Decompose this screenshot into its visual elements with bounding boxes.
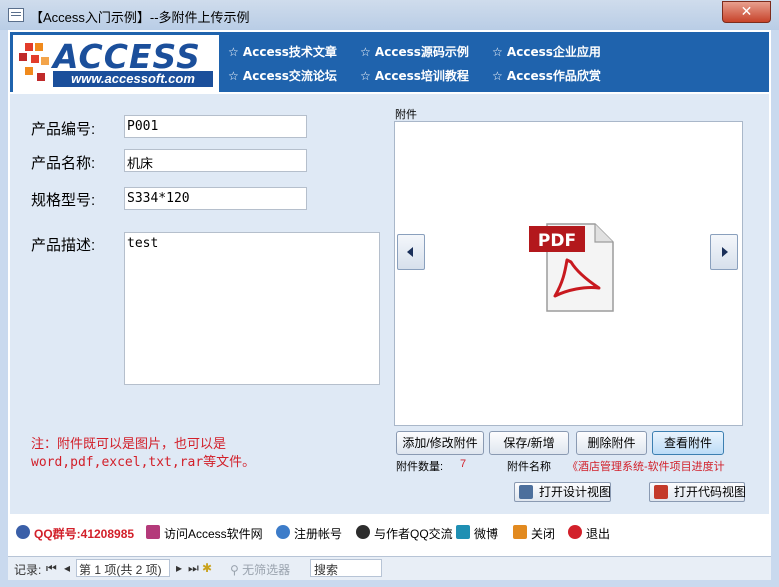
exit-icon: [568, 525, 582, 539]
weibo-icon: [456, 525, 470, 539]
close-form-icon: [513, 525, 527, 539]
logo-square-icon: [19, 53, 27, 61]
open-design-view-label: 打开设计视图: [539, 485, 612, 499]
weibo-text: 微博: [474, 527, 499, 541]
record-label: 记录:: [14, 563, 42, 577]
logo-square-icon: [31, 55, 39, 63]
window-close-button[interactable]: ✕: [722, 1, 771, 23]
window: 【Access入门示例】--多附件上传示例 ✕ ACCESS www.acces…: [0, 0, 779, 587]
link-access-training[interactable]: ☆ Access培训教程: [360, 67, 469, 84]
open-code-view-button[interactable]: 打开代码视图: [649, 482, 747, 502]
previous-record-button[interactable]: ◂: [64, 561, 70, 575]
attachment-name-label: 附件名称: [507, 461, 551, 473]
search-input[interactable]: 搜索: [310, 559, 382, 577]
pdf-badge-text: PDF: [537, 231, 577, 251]
attachment-count-value: 7: [460, 458, 467, 470]
spec-model-field[interactable]: S334*120: [124, 187, 307, 210]
open-code-view-label: 打开代码视图: [674, 485, 747, 499]
view-attachment-button[interactable]: 查看附件: [652, 431, 724, 455]
exit-text: 退出: [586, 527, 611, 541]
close-link[interactable]: 关闭: [513, 525, 555, 542]
next-record-button[interactable]: ▸: [176, 561, 182, 575]
delete-attachment-button[interactable]: 删除附件: [576, 431, 647, 455]
exit-link[interactable]: 退出: [568, 525, 610, 542]
attachment-label: 附件: [395, 109, 417, 121]
attachment-count-label: 附件数量:: [396, 461, 444, 473]
product-name-field[interactable]: 机床: [124, 149, 307, 172]
qq-penguin-icon: [356, 525, 370, 539]
logo-square-icon: [35, 43, 43, 51]
code-view-icon: [654, 485, 668, 499]
qq-author-text: 与作者QQ交流: [374, 527, 453, 541]
visit-site-link[interactable]: 访问Access软件网: [146, 525, 263, 542]
search-placeholder: 搜索: [314, 563, 339, 577]
product-code-label: 产品编号:: [31, 121, 96, 138]
detail-panel: 产品编号: P001 产品名称: 机床 规格型号: S334*120 产品描述:…: [10, 94, 769, 514]
product-name-label: 产品名称:: [31, 155, 96, 172]
footer-links: QQ群号:41208985 访问Access软件网 注册帐号 与作者QQ交流 微…: [10, 516, 769, 550]
filter-icon: ⚲: [230, 563, 239, 577]
register-text: 注册帐号: [294, 527, 343, 541]
arrow-right-icon: [722, 247, 728, 257]
form-client: ACCESS www.accessoft.com ☆ Access技术文章 ☆ …: [8, 30, 771, 580]
link-access-works[interactable]: ☆ Access作品欣赏: [492, 67, 601, 84]
product-desc-label: 产品描述:: [31, 237, 96, 254]
qq-author-link[interactable]: 与作者QQ交流: [356, 525, 453, 542]
open-design-view-button[interactable]: 打开设计视图: [514, 482, 611, 502]
filter-status[interactable]: ⚲ 无筛选器: [230, 561, 290, 578]
current-record-text: 第 1 项(共 2 项): [79, 563, 162, 577]
note-line-2: word,pdf,excel,txt,rar等文件。: [31, 455, 256, 470]
window-title: 【Access入门示例】--多附件上传示例: [30, 10, 250, 25]
link-access-source[interactable]: ☆ Access源码示例: [360, 43, 469, 60]
close-text: 关闭: [531, 527, 556, 541]
add-edit-attachment-button[interactable]: 添加/修改附件: [396, 431, 484, 455]
logo-square-icon: [25, 67, 33, 75]
logo-square-icon: [41, 57, 49, 65]
product-code-field[interactable]: P001: [124, 115, 307, 138]
visit-site-text: 访问Access软件网: [164, 527, 263, 541]
prev-attachment-button[interactable]: [397, 234, 425, 270]
link-access-enterprise[interactable]: ☆ Access企业应用: [492, 43, 601, 60]
register-link[interactable]: 注册帐号: [276, 525, 342, 542]
spec-model-label: 规格型号:: [31, 192, 96, 209]
arrow-left-icon: [407, 247, 413, 257]
qq-group-link[interactable]: QQ群号:41208985: [16, 525, 134, 542]
qq-icon: [16, 525, 30, 539]
design-view-icon: [519, 485, 533, 499]
weibo-link[interactable]: 微博: [456, 525, 498, 542]
first-record-button[interactable]: ⏮: [46, 561, 57, 576]
current-record-box[interactable]: 第 1 项(共 2 项): [76, 559, 170, 577]
access-icon: [146, 525, 160, 539]
logo-square-icon: [37, 73, 45, 81]
note-line-1: 注：附件既可以是图片，也可以是: [31, 437, 227, 452]
qq-group-text: QQ群号:41208985: [34, 527, 135, 541]
link-access-forum[interactable]: ☆ Access交流论坛: [228, 67, 337, 84]
record-navigation-bar: 记录: ⏮ ◂ 第 1 项(共 2 项) ▸ ⏭ ✱ ⚲ 无筛选器 搜索: [8, 556, 771, 580]
banner: ACCESS www.accessoft.com ☆ Access技术文章 ☆ …: [10, 32, 769, 93]
product-desc-textarea[interactable]: test: [124, 232, 380, 385]
attachment-viewer[interactable]: PDF: [394, 121, 743, 426]
new-record-button[interactable]: ✱: [202, 561, 212, 575]
logo-square-icon: [25, 43, 33, 51]
next-attachment-button[interactable]: [710, 234, 738, 270]
title-bar: 【Access入门示例】--多附件上传示例 ✕: [0, 0, 779, 30]
last-record-button[interactable]: ⏭: [188, 561, 199, 576]
save-new-button[interactable]: 保存/新增: [489, 431, 569, 455]
access-logo[interactable]: ACCESS www.accessoft.com: [13, 35, 219, 93]
logo-url: www.accessoft.com: [53, 71, 213, 87]
filter-text: 无筛选器: [242, 563, 291, 577]
form-icon: [8, 8, 24, 22]
users-icon: [276, 525, 290, 539]
attachment-name-value: 《酒店管理系统-软件项目进度计: [567, 461, 725, 473]
link-access-articles[interactable]: ☆ Access技术文章: [228, 43, 337, 60]
